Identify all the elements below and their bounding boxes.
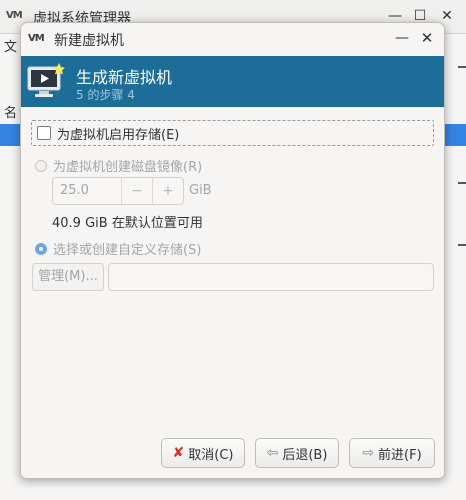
forward-label: 前进(F) bbox=[378, 447, 422, 463]
create-disk-radio[interactable] bbox=[35, 159, 47, 172]
increment-button[interactable]: + bbox=[152, 178, 183, 204]
disk-size-input[interactable]: 25.0 bbox=[53, 178, 121, 204]
disk-size-spinner[interactable]: 25.0 − + bbox=[52, 177, 184, 205]
custom-storage-radio[interactable] bbox=[35, 242, 47, 255]
cancel-button[interactable]: ✘ 取消(C) bbox=[161, 438, 245, 468]
monitor-play-icon bbox=[27, 63, 65, 97]
forward-button[interactable]: ⇨ 前进(F) bbox=[349, 438, 435, 468]
available-space-text: 40.9 GiB 在默认位置可用 bbox=[52, 216, 203, 231]
enable-storage-label: 为虚拟机启用存储(E) bbox=[57, 127, 180, 143]
app-logo-icon: VM bbox=[28, 33, 45, 44]
dialog-title: 新建虚拟机 bbox=[54, 33, 124, 49]
bg-mark bbox=[458, 244, 466, 246]
decrement-button[interactable]: − bbox=[121, 178, 152, 204]
custom-storage-radio-row[interactable]: 选择或创建自定义存储(S) bbox=[35, 239, 201, 258]
minimize-icon[interactable]: — bbox=[393, 29, 411, 47]
custom-storage-label: 选择或创建自定义存储(S) bbox=[53, 243, 202, 258]
bg-mark bbox=[458, 66, 466, 68]
dialog-titlebar: VM 新建虚拟机 — ✕ bbox=[21, 23, 444, 54]
menu-file[interactable]: 文 bbox=[4, 36, 17, 55]
enable-storage-checkbox[interactable] bbox=[37, 126, 51, 140]
cancel-icon: ✘ bbox=[172, 445, 185, 461]
enable-storage-checkbox-row[interactable]: 为虚拟机启用存储(E) bbox=[31, 120, 434, 146]
create-disk-radio-row[interactable]: 为虚拟机创建磁盘镜像(R) bbox=[35, 156, 202, 175]
list-header-name: 名 bbox=[4, 106, 18, 121]
back-button[interactable]: ⇦ 后退(B) bbox=[255, 438, 339, 468]
wizard-banner: 生成新虚拟机 5 的步骤 4 bbox=[21, 56, 444, 107]
back-label: 后退(B) bbox=[282, 447, 328, 463]
banner-title: 生成新虚拟机 bbox=[76, 68, 173, 87]
bg-mark bbox=[458, 182, 466, 184]
banner-step: 5 的步骤 4 bbox=[76, 88, 135, 102]
create-disk-label: 为虚拟机创建磁盘镜像(R) bbox=[53, 160, 203, 175]
forward-arrow-icon: ⇨ bbox=[362, 445, 375, 461]
close-icon[interactable]: ✕ bbox=[418, 29, 436, 47]
manage-button[interactable]: 管理(M)... bbox=[32, 263, 104, 291]
back-arrow-icon: ⇦ bbox=[266, 445, 279, 461]
disk-size-unit: GiB bbox=[189, 183, 212, 198]
cancel-label: 取消(C) bbox=[188, 447, 234, 463]
storage-path-input[interactable] bbox=[108, 263, 434, 291]
new-vm-dialog: VM 新建虚拟机 — ✕ 生成新虚拟机 5 的步骤 4 为虚拟机启用存储(E) … bbox=[20, 22, 445, 479]
app-logo-icon: VM bbox=[6, 10, 23, 21]
selected-row-right[interactable] bbox=[443, 124, 466, 146]
selected-row-left[interactable] bbox=[0, 124, 22, 146]
